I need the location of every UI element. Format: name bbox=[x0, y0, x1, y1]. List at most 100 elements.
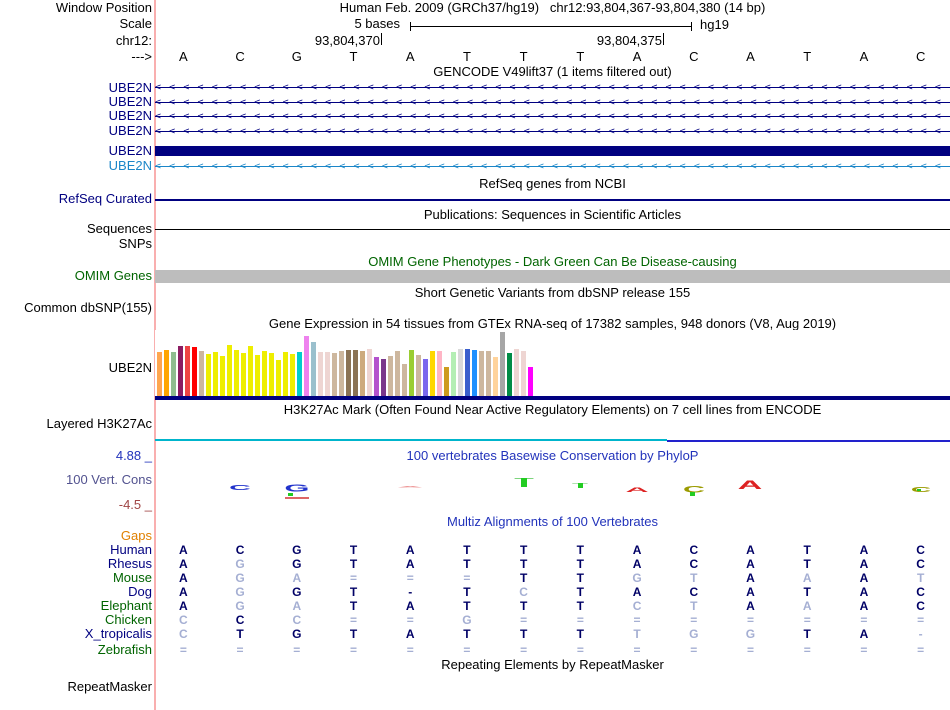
gtex-tissue-bar[interactable] bbox=[527, 367, 533, 396]
gtex-tissue-bar[interactable] bbox=[415, 355, 421, 396]
gtex-tissue-bar[interactable] bbox=[394, 351, 400, 396]
gencode-transcript-solid[interactable] bbox=[155, 146, 950, 156]
gtex-tissue-bar[interactable] bbox=[247, 346, 253, 396]
gtex-tissue-bar[interactable] bbox=[240, 353, 246, 396]
gtex-tissue-bar[interactable] bbox=[261, 351, 267, 396]
gtex-tissue-bar[interactable] bbox=[275, 360, 281, 396]
gtex-tissue-bar[interactable] bbox=[212, 352, 218, 396]
gtex-tissue-bar[interactable] bbox=[282, 352, 288, 396]
track-label-snps[interactable]: SNPs bbox=[0, 237, 152, 251]
gtex-tissue-bar[interactable] bbox=[317, 352, 323, 396]
gtex-tissue-bar[interactable] bbox=[506, 353, 512, 396]
track-label-ube2n-2[interactable]: UBE2N bbox=[0, 95, 152, 109]
gtex-tissue-bar[interactable] bbox=[177, 346, 183, 396]
aligned-base: G bbox=[745, 627, 756, 641]
multiz-species-label-mouse[interactable]: Mouse bbox=[0, 571, 152, 585]
track-label-refseq-curated[interactable]: RefSeq Curated bbox=[0, 192, 152, 206]
track-label-ube2n-5[interactable]: UBE2N bbox=[0, 144, 152, 158]
gtex-tissue-bar[interactable] bbox=[198, 351, 204, 396]
gtex-tissue-bar[interactable] bbox=[254, 355, 260, 396]
gtex-tissue-bar[interactable] bbox=[268, 353, 274, 396]
aligned-base: = bbox=[576, 643, 584, 657]
gtex-expression-track[interactable] bbox=[155, 330, 950, 400]
reference-base: T bbox=[803, 49, 812, 64]
aligned-base: = bbox=[917, 613, 925, 627]
sequences-track-line[interactable] bbox=[155, 229, 950, 230]
gencode-transcript-arrows[interactable]: <<<<<<<<<<<<<<<<<<<<<<<<<<<<<<<<<<<<<<<<… bbox=[155, 111, 950, 122]
multiz-species-label-chicken[interactable]: Chicken bbox=[0, 613, 152, 627]
aligned-base: A bbox=[179, 557, 188, 571]
track-label-100-vert-cons[interactable]: 100 Vert. Cons bbox=[0, 473, 152, 487]
track-label-repeatmasker[interactable]: RepeatMasker bbox=[0, 680, 152, 694]
multiz-species-label-rhesus[interactable]: Rhesus bbox=[0, 557, 152, 571]
gtex-tissue-bar[interactable] bbox=[156, 352, 162, 396]
gtex-tissue-bar[interactable] bbox=[450, 352, 456, 396]
gtex-tissue-bar[interactable] bbox=[170, 352, 176, 396]
refseq-curated-track-line[interactable] bbox=[155, 199, 950, 201]
track-label-layered-h3k27ac[interactable]: Layered H3K27Ac bbox=[0, 417, 152, 431]
gtex-tissue-bar[interactable] bbox=[520, 351, 526, 396]
track-label-ube2n-1[interactable]: UBE2N bbox=[0, 81, 152, 95]
track-label-ube2n-3[interactable]: UBE2N bbox=[0, 109, 152, 123]
gtex-tissue-bar[interactable] bbox=[471, 350, 477, 396]
gtex-tissue-bar[interactable] bbox=[191, 347, 197, 396]
gtex-tissue-bar[interactable] bbox=[219, 356, 225, 396]
aligned-base: C bbox=[916, 585, 925, 599]
gtex-tissue-bar[interactable] bbox=[324, 352, 330, 396]
gtex-tissue-bar[interactable] bbox=[408, 350, 414, 396]
multiz-species-label-zebrafish[interactable]: Zebrafish bbox=[0, 643, 152, 657]
gtex-tissue-bar[interactable] bbox=[429, 351, 435, 396]
gtex-tissue-bar[interactable] bbox=[310, 342, 316, 396]
aligned-base: = bbox=[576, 613, 584, 627]
gtex-tissue-bar[interactable] bbox=[331, 353, 337, 396]
gtex-tissue-bar[interactable] bbox=[233, 350, 239, 396]
gtex-tissue-bar[interactable] bbox=[387, 356, 393, 396]
gtex-tissue-bar[interactable] bbox=[352, 350, 358, 396]
track-label-sequences[interactable]: Sequences bbox=[0, 222, 152, 236]
multiz-species-label-gaps[interactable]: Gaps bbox=[0, 529, 152, 543]
aligned-base: T bbox=[576, 543, 584, 557]
reference-base: A bbox=[746, 49, 755, 64]
gtex-tissue-bar[interactable] bbox=[443, 367, 449, 396]
gencode-transcript-arrows[interactable]: <<<<<<<<<<<<<<<<<<<<<<<<<<<<<<<<<<<<<<<<… bbox=[155, 97, 950, 108]
gtex-tissue-bar[interactable] bbox=[184, 346, 190, 396]
track-label-ube2n-6[interactable]: UBE2N bbox=[0, 159, 152, 173]
gencode-transcript-arrows[interactable]: <<<<<<<<<<<<<<<<<<<<<<<<<<<<<<<<<<<<<<<<… bbox=[155, 82, 950, 93]
gtex-tissue-bar[interactable] bbox=[359, 351, 365, 396]
gtex-tissue-bar[interactable] bbox=[422, 359, 428, 396]
gtex-tissue-bar[interactable] bbox=[296, 352, 302, 396]
gencode-transcript-arrows[interactable]: <<<<<<<<<<<<<<<<<<<<<<<<<<<<<<<<<<<<<<<<… bbox=[155, 161, 950, 172]
gtex-tissue-bar[interactable] bbox=[303, 336, 309, 396]
gtex-tissue-bar[interactable] bbox=[289, 354, 295, 396]
gtex-tissue-bar[interactable] bbox=[499, 332, 505, 396]
gtex-tissue-bar[interactable] bbox=[226, 345, 232, 396]
gtex-tissue-bar[interactable] bbox=[436, 351, 442, 396]
gtex-tissue-bar[interactable] bbox=[478, 351, 484, 396]
gtex-tissue-bar[interactable] bbox=[457, 349, 463, 396]
gencode-transcript-arrows[interactable]: <<<<<<<<<<<<<<<<<<<<<<<<<<<<<<<<<<<<<<<<… bbox=[155, 126, 950, 137]
gtex-tissue-bar[interactable] bbox=[205, 354, 211, 396]
multiz-species-label-x_tropicalis[interactable]: X_tropicalis bbox=[0, 627, 152, 641]
track-label-ube2n-4[interactable]: UBE2N bbox=[0, 124, 152, 138]
gtex-tissue-bar[interactable] bbox=[373, 357, 379, 396]
aligned-base: A bbox=[802, 571, 812, 585]
gtex-tissue-bar[interactable] bbox=[492, 357, 498, 396]
gtex-tissue-bar[interactable] bbox=[345, 350, 351, 396]
gtex-tissue-bar[interactable] bbox=[163, 350, 169, 396]
multiz-species-label-human[interactable]: Human bbox=[0, 543, 152, 557]
aligned-base: C bbox=[292, 613, 302, 627]
gtex-tissue-bar[interactable] bbox=[401, 364, 407, 396]
track-label-gtex-ube2n[interactable]: UBE2N bbox=[0, 361, 152, 375]
gtex-tissue-bar[interactable] bbox=[338, 351, 344, 396]
gtex-tissue-bar[interactable] bbox=[485, 351, 491, 396]
gtex-tissue-bar[interactable] bbox=[366, 349, 372, 396]
multiz-species-label-elephant[interactable]: Elephant bbox=[0, 599, 152, 613]
track-label-omim-genes[interactable]: OMIM Genes bbox=[0, 269, 152, 283]
gtex-tissue-bar[interactable] bbox=[380, 359, 386, 396]
track-label-common-dbsnp[interactable]: Common dbSNP(155) bbox=[0, 301, 152, 315]
multiz-species-label-dog[interactable]: Dog bbox=[0, 585, 152, 599]
omim-genes-track-bar[interactable] bbox=[155, 270, 950, 283]
aligned-base: - bbox=[918, 627, 923, 641]
gtex-tissue-bar[interactable] bbox=[464, 349, 470, 396]
gtex-tissue-bar[interactable] bbox=[513, 349, 519, 396]
